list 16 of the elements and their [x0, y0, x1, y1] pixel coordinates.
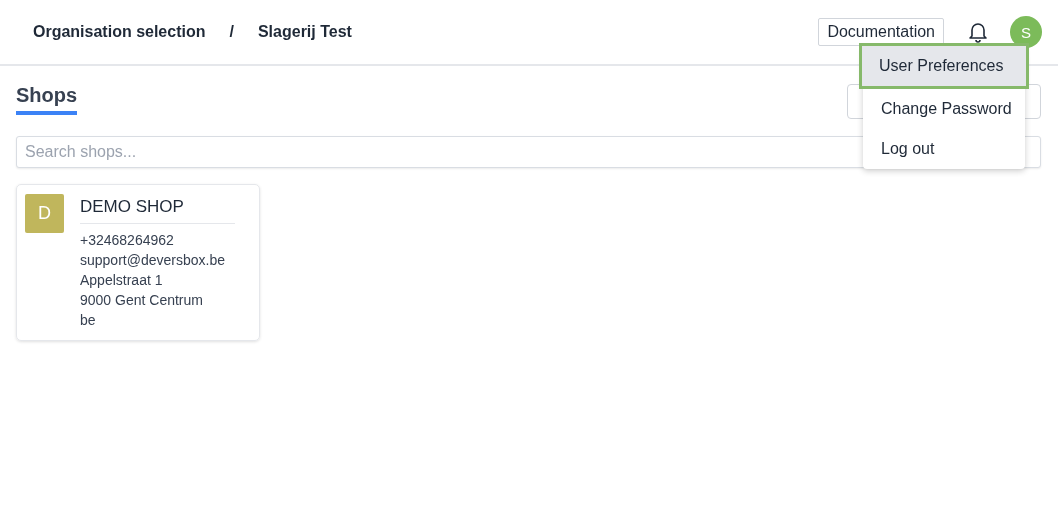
shop-detail: Appelstraat 1 — [80, 271, 164, 290]
menu-item[interactable]: User Preferences — [859, 43, 1029, 89]
breadcrumb-item[interactable]: Slagerij Test — [257, 23, 352, 41]
page-title[interactable]: Shops — [16, 84, 78, 115]
shop-detail: support@deversbox.be — [80, 251, 226, 270]
breadcrumb-item[interactable]: Organisation selection — [33, 23, 206, 41]
shop-detail: +32468264962 — [80, 231, 175, 250]
bell-icon[interactable] — [968, 21, 988, 43]
documentation-button[interactable]: Documentation — [818, 18, 944, 46]
shop-name: DEMO SHOP — [80, 194, 235, 224]
menu-item[interactable]: Change Password — [862, 89, 1026, 129]
shop-detail: 9000 Gent Centrum — [80, 291, 204, 310]
shop-detail: be — [80, 311, 97, 330]
shop-card[interactable]: D DEMO SHOP +32468264962 support@deversbox.be Appelstraat 1 9000 Gent Centrum be — [16, 184, 260, 341]
breadcrumb-separator: / — [229, 23, 234, 41]
shop-initial: D — [25, 194, 64, 233]
